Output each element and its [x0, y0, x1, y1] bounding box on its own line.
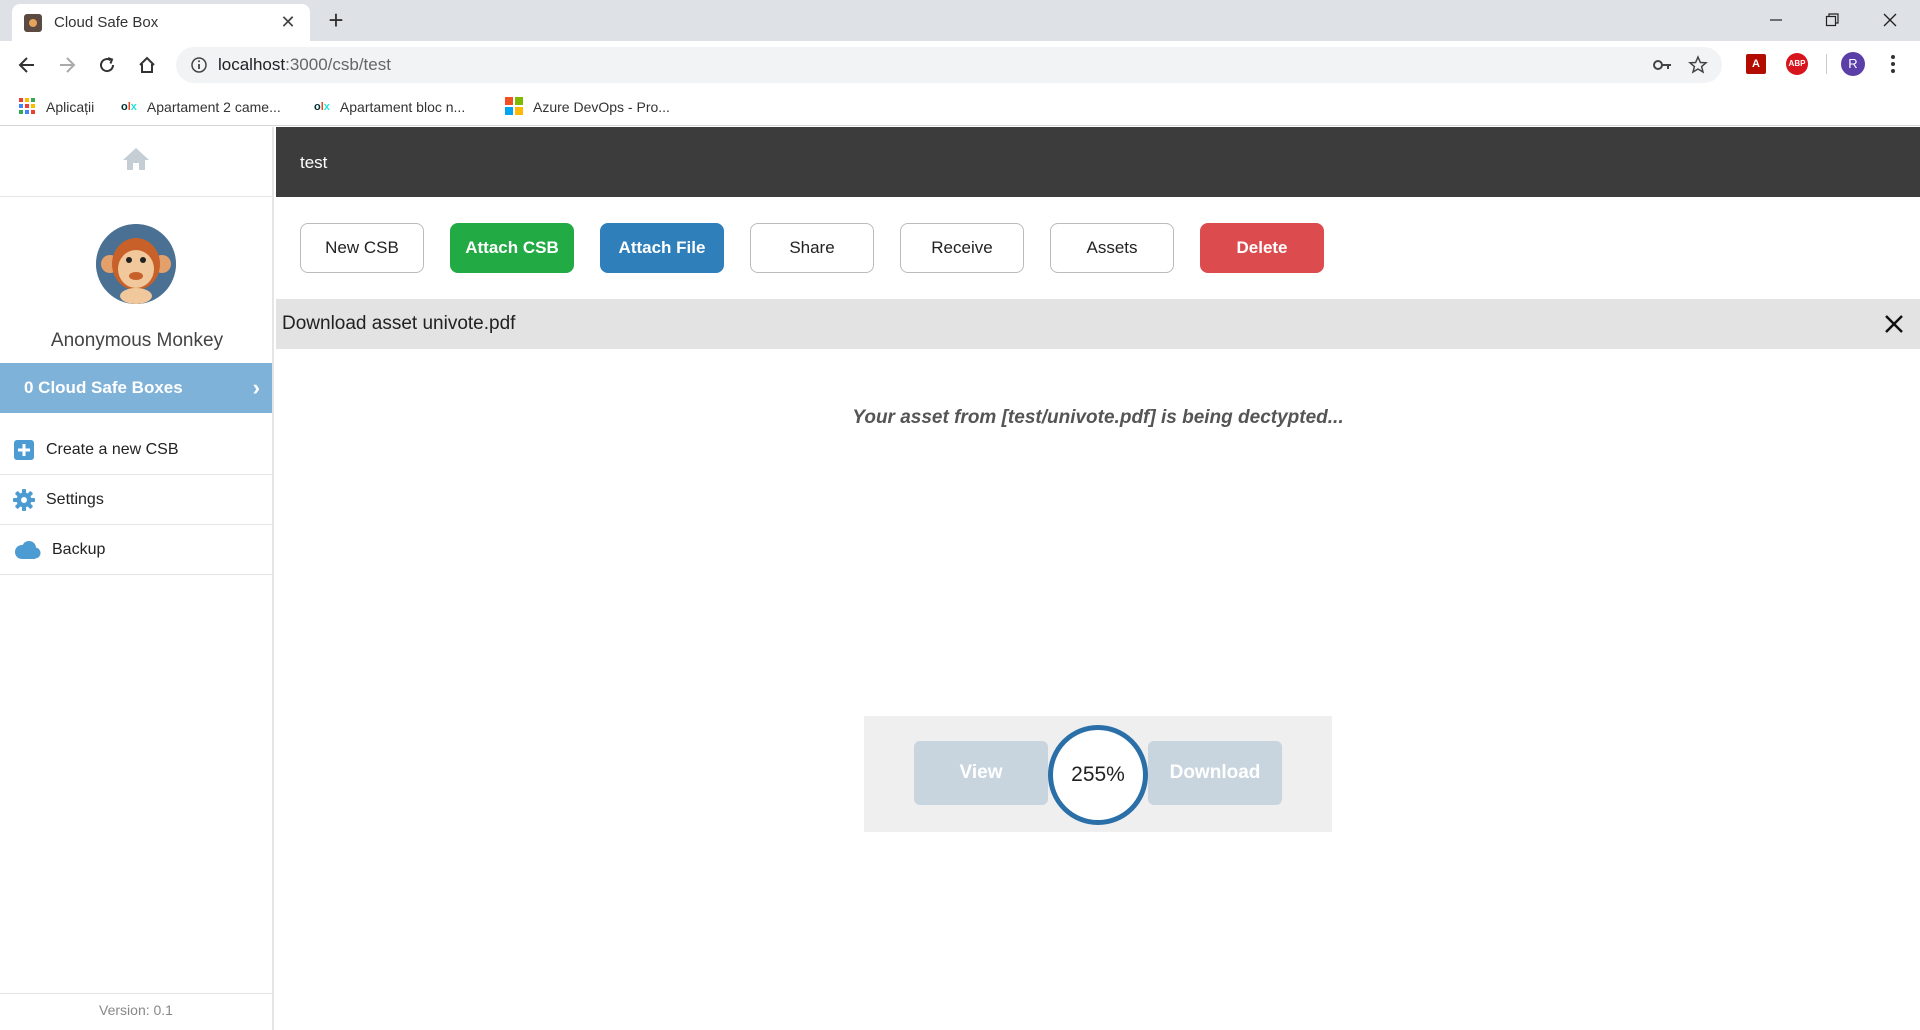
delete-button[interactable]: Delete: [1200, 223, 1324, 273]
share-button[interactable]: Share: [750, 223, 874, 273]
app-favicon-icon: [24, 13, 42, 32]
bookmark-item[interactable]: olx Apartament 2 came...: [121, 96, 281, 118]
user-name: Anonymous Monkey: [50, 330, 224, 351]
assets-button[interactable]: Assets: [1050, 223, 1174, 273]
page-title: test: [276, 127, 1920, 197]
download-panel: View Download 255%: [864, 716, 1332, 832]
browser-toolbar: localhost:3000/csb/test A ABP R: [0, 41, 1920, 88]
adblock-icon[interactable]: ABP: [1784, 51, 1810, 77]
tab-title: Cloud Safe Box: [54, 14, 159, 31]
apps-grid-icon: [18, 97, 36, 118]
sidebar-home-link[interactable]: [0, 127, 272, 197]
sidebar-item-create-csb[interactable]: Create a new CSB: [0, 425, 272, 475]
bookmark-item[interactable]: Azure DevOps - Pro...: [505, 96, 670, 118]
close-window-icon[interactable]: [1862, 0, 1918, 40]
toolbar-divider: [1826, 54, 1827, 74]
home-icon[interactable]: [132, 50, 162, 80]
plus-square-icon: [12, 438, 36, 462]
action-toolbar: New CSB Attach CSB Attach File Share Rec…: [300, 223, 1350, 273]
sidebar-item-label: Settings: [46, 490, 104, 508]
main-content: test New CSB Attach CSB Attach File Shar…: [276, 127, 1920, 1030]
browser-menu-icon[interactable]: [1880, 51, 1906, 77]
new-tab-button[interactable]: +: [322, 6, 350, 34]
olx-icon: olx: [314, 101, 330, 113]
sidebar-item-label: Create a new CSB: [46, 440, 179, 458]
sidebar: Anonymous Monkey 0 Cloud Safe Boxes › Cr…: [0, 127, 274, 1030]
attach-csb-button[interactable]: Attach CSB: [450, 223, 574, 273]
csb-count-link[interactable]: 0 Cloud Safe Boxes ›: [0, 363, 272, 413]
profile-avatar[interactable]: R: [1840, 51, 1866, 77]
forward-arrow-icon[interactable]: [52, 50, 82, 80]
bookmarks-bar: Aplicații olx Apartament 2 came... olx A…: [0, 88, 1920, 126]
reload-icon[interactable]: [92, 50, 122, 80]
sidebar-item-settings[interactable]: Settings: [0, 475, 272, 525]
browser-tabstrip: Cloud Safe Box ✕ +: [0, 0, 1920, 41]
monkey-avatar-icon: [96, 224, 176, 304]
url-text: localhost:3000/csb/test: [218, 55, 391, 74]
sidebar-menu: Create a new CSB Settings Backup: [0, 425, 272, 575]
version-label: Version: 0.1: [0, 993, 272, 1018]
pdf-extension-icon[interactable]: A: [1743, 51, 1769, 77]
browser-tab[interactable]: Cloud Safe Box ✕: [12, 4, 310, 41]
microsoft-icon: [505, 96, 523, 118]
attach-file-button[interactable]: Attach File: [600, 223, 724, 273]
download-button[interactable]: Download: [1148, 741, 1282, 805]
sidebar-item-label: Backup: [52, 540, 106, 558]
download-dialog-header: Download asset univote.pdf: [276, 299, 1920, 349]
home-icon: [121, 146, 151, 177]
avatar: [96, 224, 176, 304]
view-button[interactable]: View: [914, 741, 1048, 805]
back-arrow-icon[interactable]: [12, 50, 42, 80]
bookmark-apps[interactable]: Aplicații: [18, 96, 94, 118]
dialog-title: Download asset univote.pdf: [282, 313, 516, 334]
bookmark-star-icon[interactable]: [1688, 55, 1708, 80]
cloud-icon: [12, 538, 42, 562]
chevron-right-icon: ›: [252, 375, 260, 400]
gear-icon: [12, 488, 36, 512]
restore-window-icon[interactable]: [1804, 0, 1860, 40]
olx-icon: olx: [121, 101, 137, 113]
site-info-icon[interactable]: [190, 56, 208, 79]
key-icon[interactable]: [1652, 56, 1672, 79]
progress-indicator: 255%: [1048, 725, 1148, 825]
address-bar[interactable]: localhost:3000/csb/test: [176, 47, 1722, 83]
new-csb-button[interactable]: New CSB: [300, 223, 424, 273]
close-icon[interactable]: [1880, 310, 1908, 338]
receive-button[interactable]: Receive: [900, 223, 1024, 273]
bookmark-item[interactable]: olx Apartament bloc n...: [314, 96, 465, 118]
sidebar-item-backup[interactable]: Backup: [0, 525, 272, 575]
tab-close-icon[interactable]: ✕: [278, 12, 298, 33]
csb-count-label: 0 Cloud Safe Boxes: [24, 378, 183, 397]
progress-label: 255%: [1071, 763, 1125, 786]
decrypt-status-text: Your asset from [test/univote.pdf] is be…: [852, 407, 1344, 428]
minimize-window-icon[interactable]: [1748, 0, 1804, 40]
